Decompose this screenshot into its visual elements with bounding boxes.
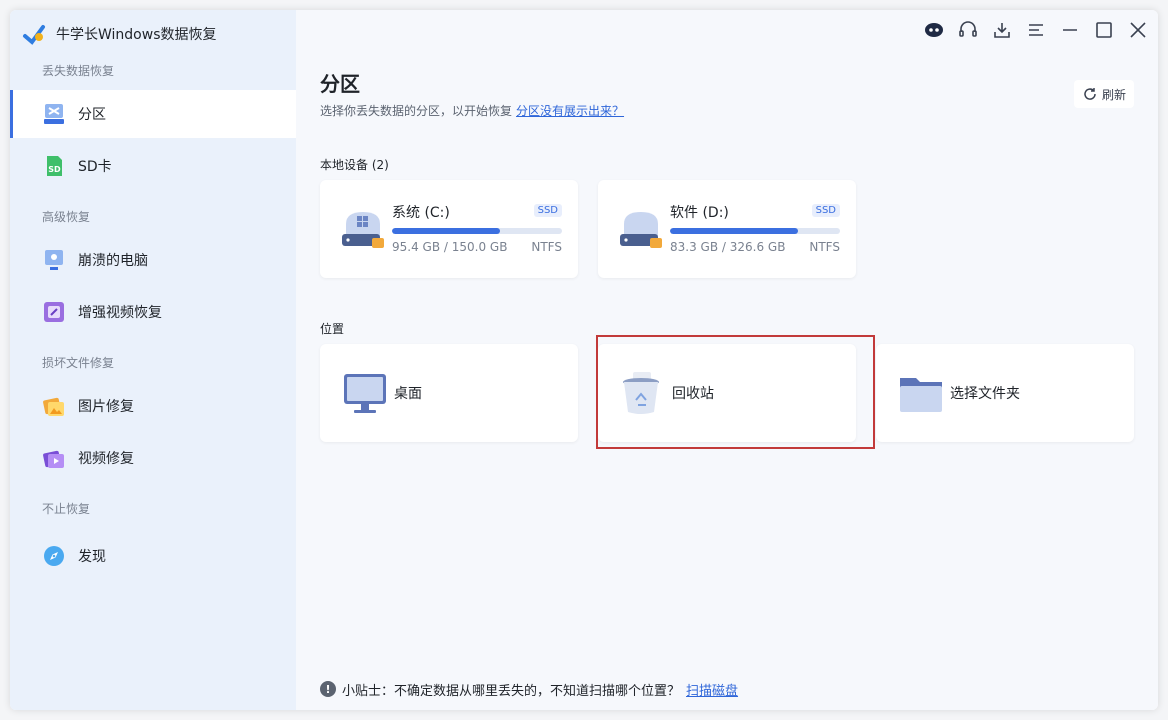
refresh-label: 刷新 [1101, 87, 1126, 102]
location-label: 回收站 [672, 386, 714, 402]
drive-usage-fill [392, 228, 501, 234]
sidebar-item-photo-repair[interactable]: 图片修复 [10, 382, 296, 430]
footer-tip: ! 小贴士：不确定数据从哪里丢失的，不知道扫描哪个位置？ 扫描磁盘 [296, 668, 1158, 710]
video-recovery-icon [44, 302, 64, 322]
maximize-button[interactable] [1094, 20, 1114, 40]
section-label-lost-data: 丢失数据恢复 [42, 64, 115, 78]
svg-text:SD: SD [48, 165, 61, 174]
info-icon: ! [320, 681, 336, 697]
discover-icon [44, 546, 64, 566]
sidebar-item-crashed-pc[interactable]: 崩溃的电脑 [10, 236, 296, 284]
sidebar-item-label: 分区 [78, 107, 106, 123]
drive-size: 95.4 GB / 150.0 GB [392, 240, 508, 254]
app-logo-icon [23, 25, 45, 45]
sidebar-item-label: 崩溃的电脑 [78, 253, 148, 269]
app-window: 牛学长Windows数据恢复 丢失数据恢复 分区 SD SD卡 高级恢复 崩溃的… [10, 10, 1158, 710]
refresh-button[interactable]: 刷新 [1073, 80, 1134, 108]
assistant-button[interactable] [924, 20, 944, 40]
download-icon [994, 23, 1010, 38]
maximize-icon [1096, 22, 1112, 38]
drive-filesystem: NTFS [809, 240, 840, 254]
close-icon [1130, 22, 1146, 38]
sidebar-item-partition[interactable]: 分区 [10, 90, 296, 138]
sidebar-item-label: SD卡 [78, 159, 112, 175]
minimize-icon [1063, 29, 1077, 31]
app-title-text: 牛学长Windows数据恢复 [56, 27, 217, 43]
partition-missing-link[interactable]: 分区没有展示出来？ [516, 104, 624, 118]
hard-drive-icon [342, 212, 384, 248]
sidebar-item-video-repair[interactable]: 视频修复 [10, 434, 296, 482]
photo-repair-icon [43, 397, 64, 416]
crashed-pc-icon [45, 250, 63, 270]
download-button[interactable] [992, 20, 1012, 40]
refresh-icon [1084, 88, 1096, 100]
subtitle-text: 选择你丢失数据的分区，以开始恢复 [320, 104, 513, 118]
support-button[interactable] [958, 20, 978, 40]
location-desktop[interactable]: 桌面 [320, 344, 578, 442]
tip-text: 小贴士：不确定数据从哪里丢失的，不知道扫描哪个位置？ [342, 683, 681, 699]
drive-name: 软件 (D:) [670, 205, 729, 221]
section-label-more: 不止恢复 [42, 502, 91, 516]
location-label: 桌面 [394, 386, 422, 402]
menu-icon [1029, 24, 1043, 36]
section-label-advanced: 高级恢复 [42, 210, 91, 224]
minimize-button[interactable] [1060, 20, 1080, 40]
sidebar-item-label: 视频修复 [78, 451, 134, 467]
drive-filesystem: NTFS [531, 240, 562, 254]
location-recycle-bin[interactable]: 回收站 [598, 344, 856, 442]
ssd-badge: SSD [533, 204, 562, 217]
location-select-folder[interactable]: 选择文件夹 [876, 344, 1134, 442]
drive-card-d[interactable]: 软件 (D:) SSD 83.3 GB / 326.6 GB NTFS [598, 180, 856, 278]
location-label: 选择文件夹 [950, 386, 1020, 402]
folder-icon [900, 378, 942, 412]
hard-drive-icon [620, 212, 662, 248]
drive-size: 83.3 GB / 326.6 GB [670, 240, 786, 254]
close-button[interactable] [1128, 20, 1148, 40]
sidebar-item-sd-card[interactable]: SD SD卡 [10, 142, 296, 190]
section-label-repair: 损坏文件修复 [42, 356, 115, 370]
sd-card-icon: SD [47, 156, 62, 176]
partition-icon [44, 104, 64, 124]
scan-disk-link[interactable]: 扫描磁盘 [686, 680, 738, 699]
app-title: 牛学长Windows数据恢复 [22, 22, 217, 46]
headset-icon [959, 21, 977, 37]
locations-label: 位置 [320, 322, 345, 336]
main-panel: 分区 选择你丢失数据的分区，以开始恢复 分区没有展示出来？ 刷新 本地设备 (2)… [296, 10, 1158, 710]
sidebar-item-label: 增强视频恢复 [78, 305, 162, 321]
title-bar-controls [924, 20, 1148, 40]
drive-card-c[interactable]: 系统 (C:) SSD 95.4 GB / 150.0 GB NTFS [320, 180, 578, 278]
sidebar-item-label: 发现 [78, 549, 106, 565]
local-devices-label: 本地设备 (2) [320, 158, 389, 172]
drive-name: 系统 (C:) [392, 205, 450, 221]
drive-usage-fill [670, 228, 798, 234]
drive-usage-bar [392, 228, 562, 234]
recycle-bin-icon [623, 372, 659, 414]
ssd-badge: SSD [811, 204, 840, 217]
drive-usage-bar [670, 228, 840, 234]
page-title: 分区 [320, 72, 360, 96]
sidebar-item-label: 图片修复 [78, 399, 134, 415]
page-subtitle: 选择你丢失数据的分区，以开始恢复 分区没有展示出来？ [320, 102, 624, 119]
sidebar: 牛学长Windows数据恢复 丢失数据恢复 分区 SD SD卡 高级恢复 崩溃的… [10, 10, 296, 710]
sidebar-item-discover[interactable]: 发现 [10, 532, 296, 580]
desktop-icon [344, 374, 386, 413]
menu-button[interactable] [1026, 20, 1046, 40]
robot-icon [925, 23, 943, 37]
sidebar-item-video-recovery[interactable]: 增强视频恢复 [10, 288, 296, 336]
video-repair-icon [43, 450, 64, 468]
